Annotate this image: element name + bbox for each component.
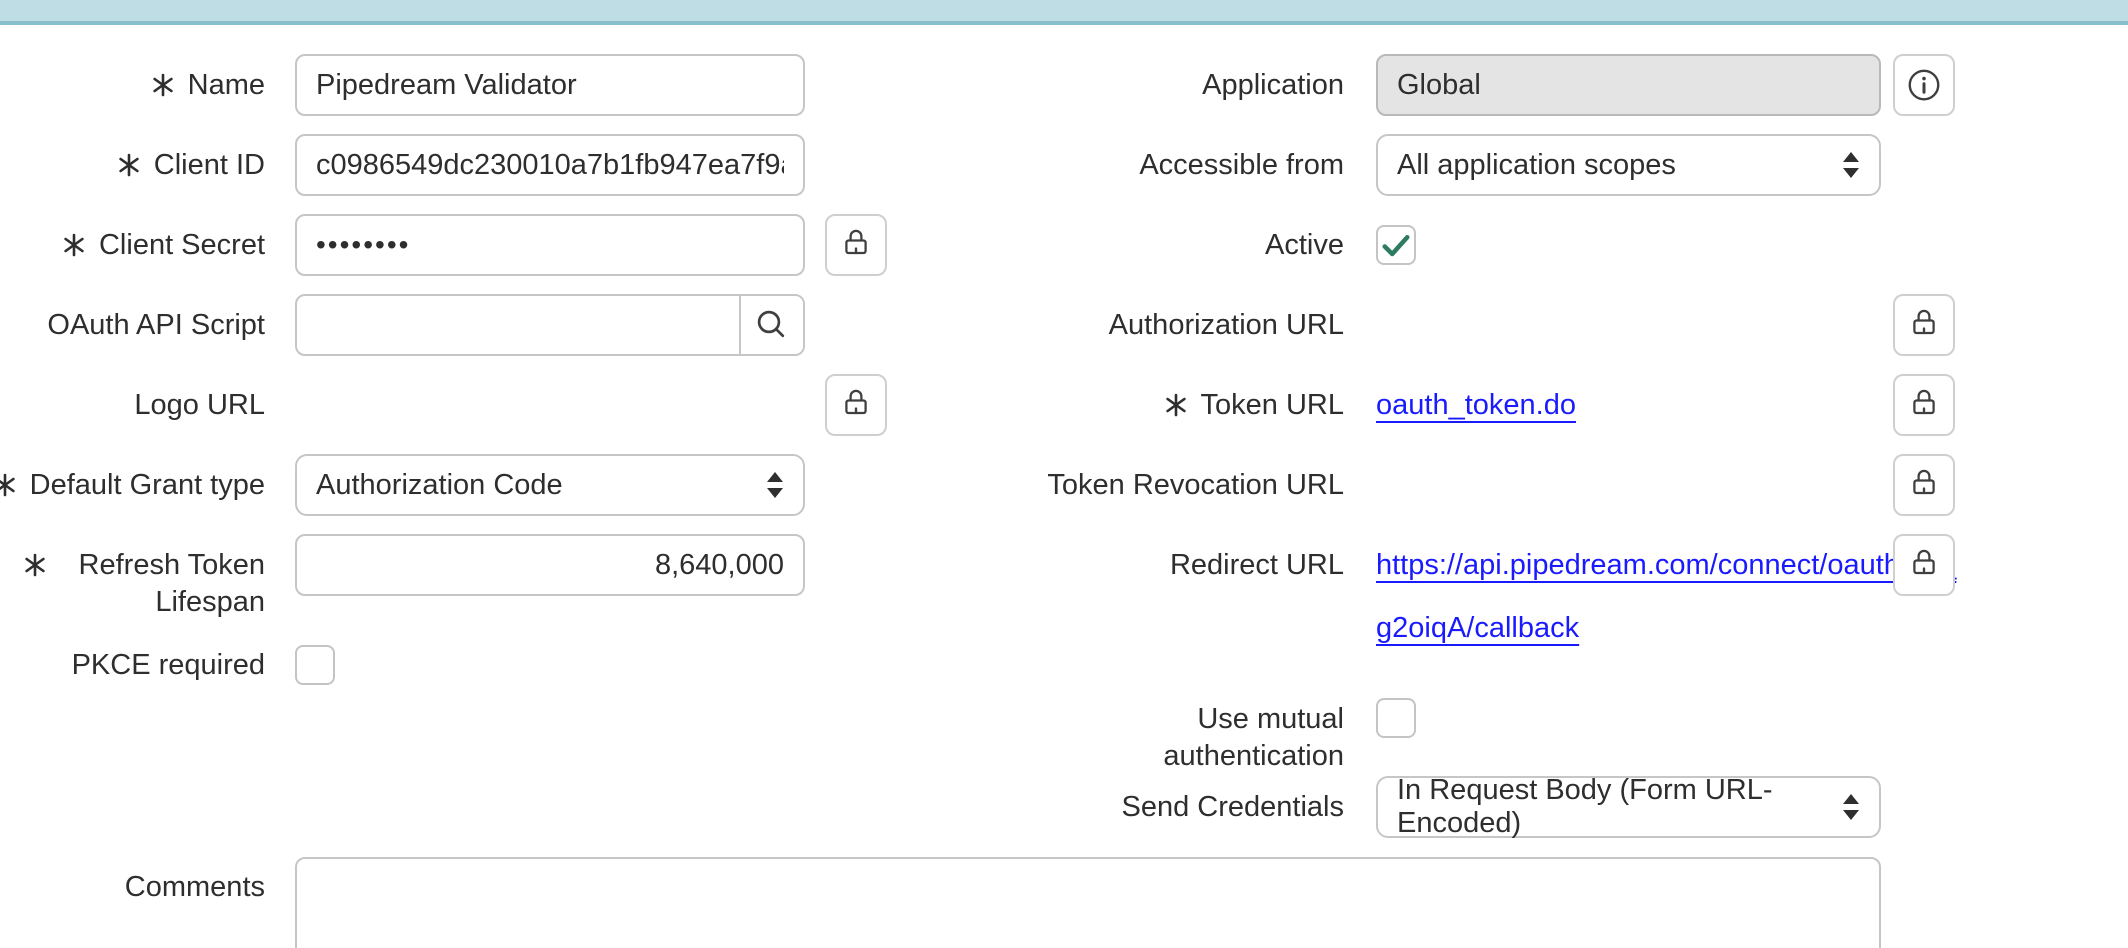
token-url-label: Token URL: [1000, 374, 1344, 436]
oauth-api-script-input[interactable]: [297, 296, 739, 354]
asterisk-required-icon: [150, 72, 176, 98]
lock-icon: [1906, 385, 1942, 426]
asterisk-required-icon: [22, 547, 48, 578]
use-mutual-authentication-checkbox[interactable]: [1376, 698, 1416, 738]
oauth-api-script-label: OAuth API Script: [0, 294, 265, 356]
application-value: Global: [1397, 69, 1481, 102]
accessible-from-select[interactable]: All application scopes: [1376, 134, 1881, 196]
logo-url-lock-button[interactable]: [825, 374, 887, 436]
use-mutual-authentication-label: Use mutual authentication: [1000, 688, 1344, 775]
default-grant-type-select[interactable]: Authorization Code: [295, 454, 805, 516]
lock-icon: [1906, 465, 1942, 506]
name-label: Name: [0, 54, 265, 116]
accessible-from-label: Accessible from: [1000, 134, 1344, 196]
authorization-url-lock-button[interactable]: [1893, 294, 1955, 356]
asterisk-required-icon: [0, 472, 18, 498]
application-readonly-field: Global: [1376, 54, 1881, 116]
comments-textarea[interactable]: [295, 857, 1881, 948]
refresh-token-lifespan-label: Refresh Token Lifespan: [0, 534, 265, 621]
lock-icon: [838, 385, 874, 426]
authorization-url-label: Authorization URL: [1000, 294, 1344, 356]
active-checkbox[interactable]: [1376, 225, 1416, 265]
redirect-url-link[interactable]: g2oiqA/callback: [1376, 597, 1579, 659]
asterisk-required-icon: [61, 232, 87, 258]
lock-icon: [1906, 305, 1942, 346]
up-down-arrows-icon: [1843, 794, 1859, 820]
up-down-arrows-icon: [767, 472, 783, 498]
up-down-arrows-icon: [1843, 152, 1859, 178]
client-secret-lock-button[interactable]: [825, 214, 887, 276]
application-info-button[interactable]: [1893, 54, 1955, 116]
client-id-input[interactable]: [295, 134, 805, 196]
send-credentials-value: In Request Body (Form URL-Encoded): [1397, 774, 1819, 840]
info-icon: [1905, 66, 1943, 104]
comments-label: Comments: [0, 856, 265, 918]
client-secret-input[interactable]: [295, 214, 805, 276]
oauth-application-registry-form: Name Client ID Client Secret OAuth API S…: [0, 0, 2128, 948]
application-label: Application: [1000, 54, 1344, 116]
lock-icon: [1906, 545, 1942, 586]
redirect-url-link[interactable]: https://api.pipedream.com/connect/oauth/…: [1376, 534, 1956, 596]
pkce-required-label: PKCE required: [0, 634, 265, 696]
refresh-token-lifespan-input[interactable]: [295, 534, 805, 596]
asterisk-required-icon: [1163, 392, 1189, 418]
default-grant-type-value: Authorization Code: [316, 469, 563, 502]
oauth-api-script-field: [295, 294, 805, 356]
redirect-url-label: Redirect URL: [1000, 534, 1344, 596]
send-credentials-select[interactable]: In Request Body (Form URL-Encoded): [1376, 776, 1881, 838]
name-input[interactable]: [295, 54, 805, 116]
client-secret-label: Client Secret: [0, 214, 265, 276]
token-revocation-url-label: Token Revocation URL: [1000, 454, 1344, 516]
accessible-from-value: All application scopes: [1397, 149, 1676, 182]
oauth-api-script-lookup-button[interactable]: [739, 296, 803, 354]
search-icon: [754, 307, 790, 343]
default-grant-type-label: Default Grant type: [0, 454, 265, 516]
token-url-lock-button[interactable]: [1893, 374, 1955, 436]
send-credentials-label: Send Credentials: [1000, 776, 1344, 838]
active-label: Active: [1000, 214, 1344, 276]
logo-url-label: Logo URL: [0, 374, 265, 436]
asterisk-required-icon: [116, 152, 142, 178]
form-header-bar: [0, 0, 2128, 25]
token-revocation-url-lock-button[interactable]: [1893, 454, 1955, 516]
token-url-link[interactable]: oauth_token.do: [1376, 374, 1576, 436]
pkce-required-checkbox[interactable]: [295, 645, 335, 685]
lock-icon: [838, 225, 874, 266]
redirect-url-lock-button[interactable]: [1893, 534, 1955, 596]
client-id-label: Client ID: [0, 134, 265, 196]
checkmark-icon: [1378, 227, 1414, 263]
